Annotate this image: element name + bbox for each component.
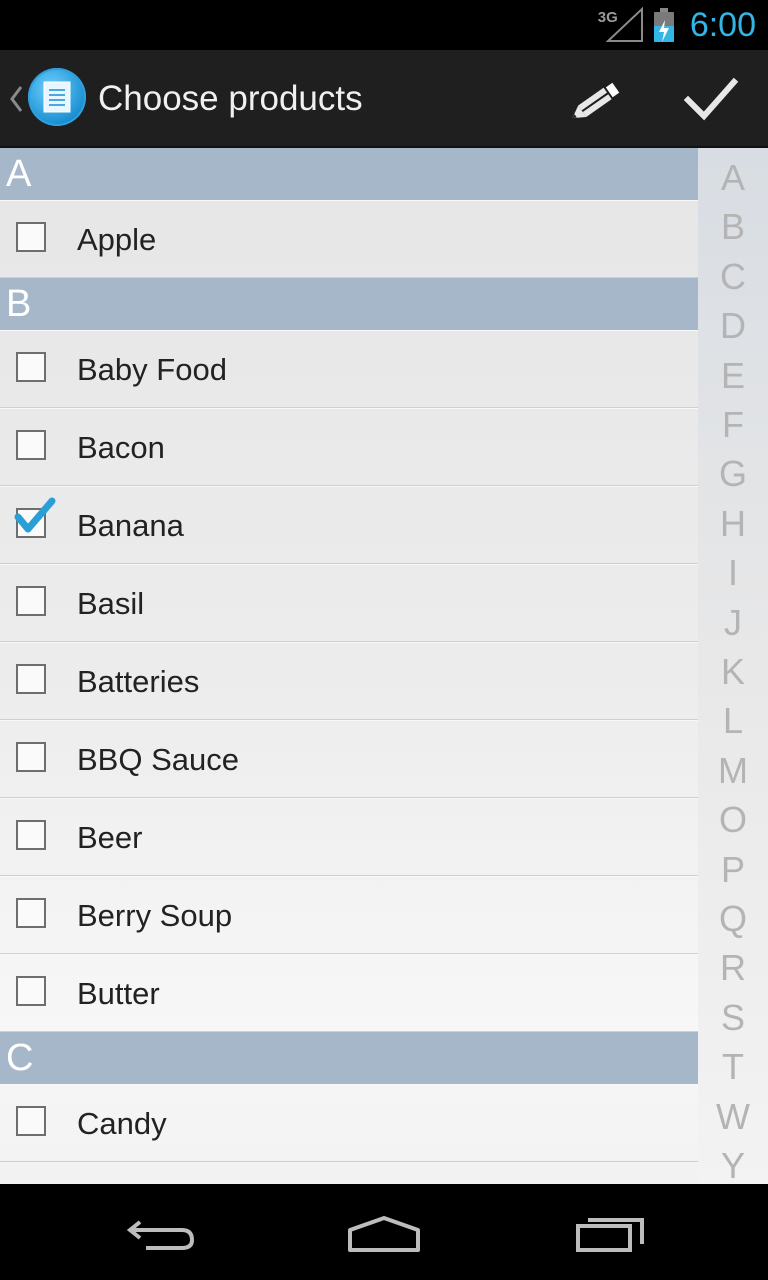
product-list[interactable]: A Apple B Baby Food Bacon Banana Basil B… [0,148,698,1184]
list-item-butter[interactable]: Butter [0,954,698,1032]
section-header: B [0,278,698,330]
index-letter-y[interactable]: Y [698,1146,768,1186]
list-item-bacon[interactable]: Bacon [0,408,698,486]
item-label: Batteries [77,664,200,699]
item-label: Candy [77,1106,167,1141]
index-letter-m[interactable]: M [698,750,768,791]
index-letter-w[interactable]: W [698,1096,768,1137]
index-letter-j[interactable]: J [698,602,768,643]
list-item-beer[interactable]: Beer [0,798,698,876]
checkmark-icon[interactable] [680,72,742,126]
index-letter-i[interactable]: I [698,553,768,593]
status-icons: 3G 6:00 [598,0,756,50]
item-label: BBQ Sauce [77,742,239,777]
index-letter-o[interactable]: O [698,800,768,840]
item-label: Butter [77,976,160,1011]
recent-apps-icon[interactable] [560,1208,660,1258]
index-letter-d[interactable]: D [698,306,768,346]
index-letter-k[interactable]: K [698,652,768,692]
list-item-bbq-sauce[interactable]: BBQ Sauce [0,720,698,798]
index-letter-f[interactable]: F [698,405,768,445]
checkbox[interactable] [16,820,46,850]
index-letter-h[interactable]: H [698,503,768,544]
checkbox[interactable] [16,976,46,1006]
section-a: A Apple [0,148,698,278]
item-label: Basil [77,586,145,621]
index-letter-c[interactable]: C [698,256,768,297]
notepad-icon[interactable] [28,68,86,126]
checkbox[interactable] [16,664,46,694]
action-bar: Choose products [0,50,768,148]
index-letter-e[interactable]: E [698,355,768,396]
index-letter-p[interactable]: P [698,849,768,890]
checkmark-icon [14,497,56,533]
clock: 6:00 [689,5,756,44]
index-letter-g[interactable]: G [698,454,768,494]
list-item-banana[interactable]: Banana [0,486,698,564]
back-icon[interactable] [110,1208,210,1258]
checkbox[interactable] [16,222,46,252]
index-letter-l[interactable]: L [698,701,768,741]
checkbox[interactable] [16,352,46,382]
section-b: B Baby Food Bacon Banana Basil Batteries… [0,278,698,1032]
list-item-baby-food[interactable]: Baby Food [0,330,698,408]
section-c: C Candy [0,1032,698,1162]
checkbox[interactable] [16,430,46,460]
item-label: Bacon [77,430,165,465]
index-letter-b[interactable]: B [698,207,768,247]
alphabet-index-bar[interactable]: ABCDEFGHIJKLMOPQRSTWY [698,148,768,1186]
list-item-berry-soup[interactable]: Berry Soup [0,876,698,954]
section-header: C [0,1032,698,1084]
index-letter-a[interactable]: A [698,158,768,198]
checkbox[interactable] [16,1106,46,1136]
index-letter-r[interactable]: R [698,948,768,988]
index-letter-q[interactable]: Q [698,899,768,939]
section-header: A [0,148,698,200]
network-type-label: 3G [597,8,618,26]
home-icon[interactable] [334,1208,434,1258]
list-item-candy[interactable]: Candy [0,1084,698,1162]
item-label: Baby Food [77,352,227,387]
checkbox[interactable] [16,742,46,772]
index-letter-s[interactable]: S [698,997,768,1038]
navigation-bar [0,1184,768,1280]
list-item-batteries[interactable]: Batteries [0,642,698,720]
page-title: Choose products [98,79,363,118]
up-navigation-icon[interactable] [8,84,24,114]
list-item-apple[interactable]: Apple [0,200,698,278]
checkbox[interactable] [16,898,46,928]
index-letter-t[interactable]: T [698,1047,768,1087]
pencil-icon[interactable] [565,70,635,130]
item-label: Beer [77,820,143,855]
item-label: Apple [77,222,157,257]
status-bar: 3G 6:00 [0,0,768,50]
list-item-basil[interactable]: Basil [0,564,698,642]
battery-icon [653,8,674,42]
checkbox[interactable] [16,586,46,616]
item-label: Banana [77,508,184,543]
item-label: Berry Soup [77,898,233,933]
